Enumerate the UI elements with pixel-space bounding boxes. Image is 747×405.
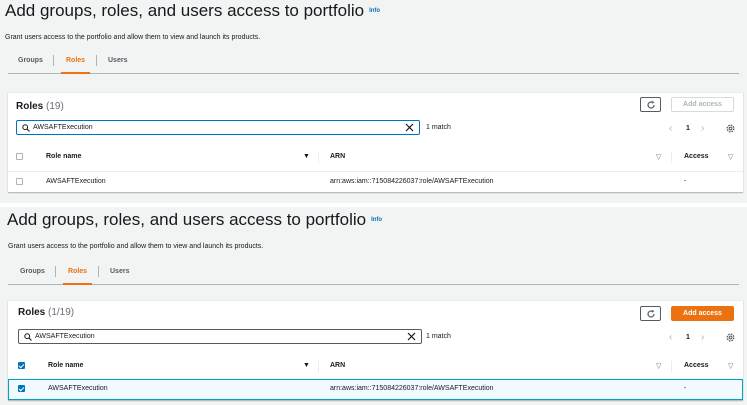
caret-down-icon[interactable]: ▽ (728, 362, 733, 370)
access-cell: - (684, 178, 687, 185)
pagination: ‹ 1 › (669, 123, 741, 135)
panel-title: Roles (1/19) (18, 307, 74, 318)
page-description: Grant users access to the portfolio and … (5, 34, 261, 41)
table-row[interactable]: AWSAFTExecution arn:aws:iam::71508422603… (8, 171, 743, 192)
page-title-text: Add groups, roles, and users access to p… (7, 210, 367, 229)
selection-count: (1/19) (48, 307, 75, 318)
screenshot-before-selection: Add groups, roles, and users access to p… (0, 0, 747, 203)
page-description: Grant users access to the portfolio and … (8, 243, 264, 250)
column-divider (318, 152, 319, 163)
column-divider (671, 152, 672, 163)
tab-users[interactable]: Users (110, 259, 129, 284)
column-header-role-name[interactable]: Role name (48, 362, 83, 369)
table-header: Role name ▼ ARN ▽ Access ▽ (8, 354, 743, 379)
screenshot-after-selection: Add groups, roles, and users access to p… (0, 207, 747, 405)
match-count: 1 match (426, 333, 451, 340)
info-link[interactable]: Info (371, 217, 382, 223)
close-icon[interactable] (405, 123, 414, 132)
search-input[interactable]: AWSAFTExecution (18, 329, 422, 344)
page-number[interactable]: 1 (686, 125, 690, 132)
match-count: 1 match (426, 124, 451, 131)
gear-icon[interactable] (725, 332, 736, 343)
table-row[interactable]: AWSAFTExecution arn:aws:iam::71508422603… (8, 379, 743, 400)
select-all-checkbox[interactable] (18, 362, 25, 369)
arn-cell: arn:aws:iam::715084226037:role/AWSAFTExe… (330, 178, 494, 185)
panel-title-text: Roles (16, 101, 44, 112)
tab-groups[interactable]: Groups (20, 259, 45, 284)
column-header-arn[interactable]: ARN (330, 153, 345, 160)
refresh-button[interactable] (640, 306, 661, 321)
search-icon (22, 124, 30, 132)
chevron-left-icon[interactable]: ‹ (669, 332, 672, 344)
caret-down-icon[interactable]: ▽ (728, 153, 733, 161)
close-icon[interactable] (407, 332, 416, 341)
tab-divider (96, 55, 97, 66)
column-divider (671, 361, 672, 372)
row-checkbox[interactable] (16, 178, 23, 185)
tab-bar: Groups Roles Users (8, 259, 739, 285)
column-divider (318, 361, 319, 372)
tab-roles[interactable]: Roles (60, 48, 91, 74)
search-input[interactable]: AWSAFTExecution (16, 120, 420, 135)
caret-down-icon[interactable]: ▼ (303, 362, 310, 369)
gear-icon[interactable] (725, 123, 736, 134)
search-icon (24, 333, 32, 341)
column-header-arn[interactable]: ARN (330, 362, 345, 369)
roles-panel: Roles (19) Add access AWSAFTExecution 1 … (8, 92, 743, 192)
select-all-checkbox[interactable] (16, 153, 23, 160)
panel-title: Roles (19) (16, 101, 64, 112)
selection-count: (19) (46, 101, 64, 112)
page-title-text: Add groups, roles, and users access to p… (5, 1, 365, 20)
info-link[interactable]: Info (369, 8, 380, 14)
refresh-icon (647, 100, 655, 109)
arn-cell: arn:aws:iam::715084226037:role/AWSAFTExe… (330, 385, 494, 392)
caret-down-icon[interactable]: ▽ (656, 362, 661, 370)
tab-roles[interactable]: Roles (62, 259, 93, 285)
refresh-icon (647, 309, 655, 318)
caret-down-icon[interactable]: ▼ (303, 153, 310, 160)
page-title: Add groups, roles, and users access to p… (7, 210, 382, 230)
tab-bar: Groups Roles Users (8, 48, 739, 74)
panel-title-text: Roles (18, 307, 46, 318)
roles-panel: Roles (1/19) Add access AWSAFTExecution … (8, 300, 743, 400)
tab-divider (55, 266, 56, 277)
add-access-button[interactable]: Add access (671, 97, 734, 112)
search-value: AWSAFTExecution (33, 124, 93, 131)
chevron-right-icon[interactable]: › (701, 332, 704, 344)
access-cell: - (684, 385, 687, 392)
caret-down-icon[interactable]: ▽ (656, 153, 661, 161)
chevron-left-icon[interactable]: ‹ (669, 123, 672, 135)
row-checkbox[interactable] (18, 385, 25, 392)
tab-groups[interactable]: Groups (18, 48, 43, 73)
column-header-role-name[interactable]: Role name (46, 153, 81, 160)
role-name-cell: AWSAFTExecution (48, 385, 108, 392)
tab-users[interactable]: Users (108, 48, 127, 73)
pagination: ‹ 1 › (669, 332, 741, 344)
table-header: Role name ▼ ARN ▽ Access ▽ (8, 145, 743, 170)
column-header-access[interactable]: Access (684, 362, 709, 369)
page-number[interactable]: 1 (686, 334, 690, 341)
tab-divider (98, 266, 99, 277)
tab-divider (53, 55, 54, 66)
search-value: AWSAFTExecution (35, 333, 95, 340)
refresh-button[interactable] (640, 97, 661, 112)
column-header-access[interactable]: Access (684, 153, 709, 160)
chevron-right-icon[interactable]: › (701, 123, 704, 135)
page-title: Add groups, roles, and users access to p… (5, 1, 380, 21)
add-access-button[interactable]: Add access (671, 306, 734, 321)
role-name-cell: AWSAFTExecution (46, 178, 106, 185)
